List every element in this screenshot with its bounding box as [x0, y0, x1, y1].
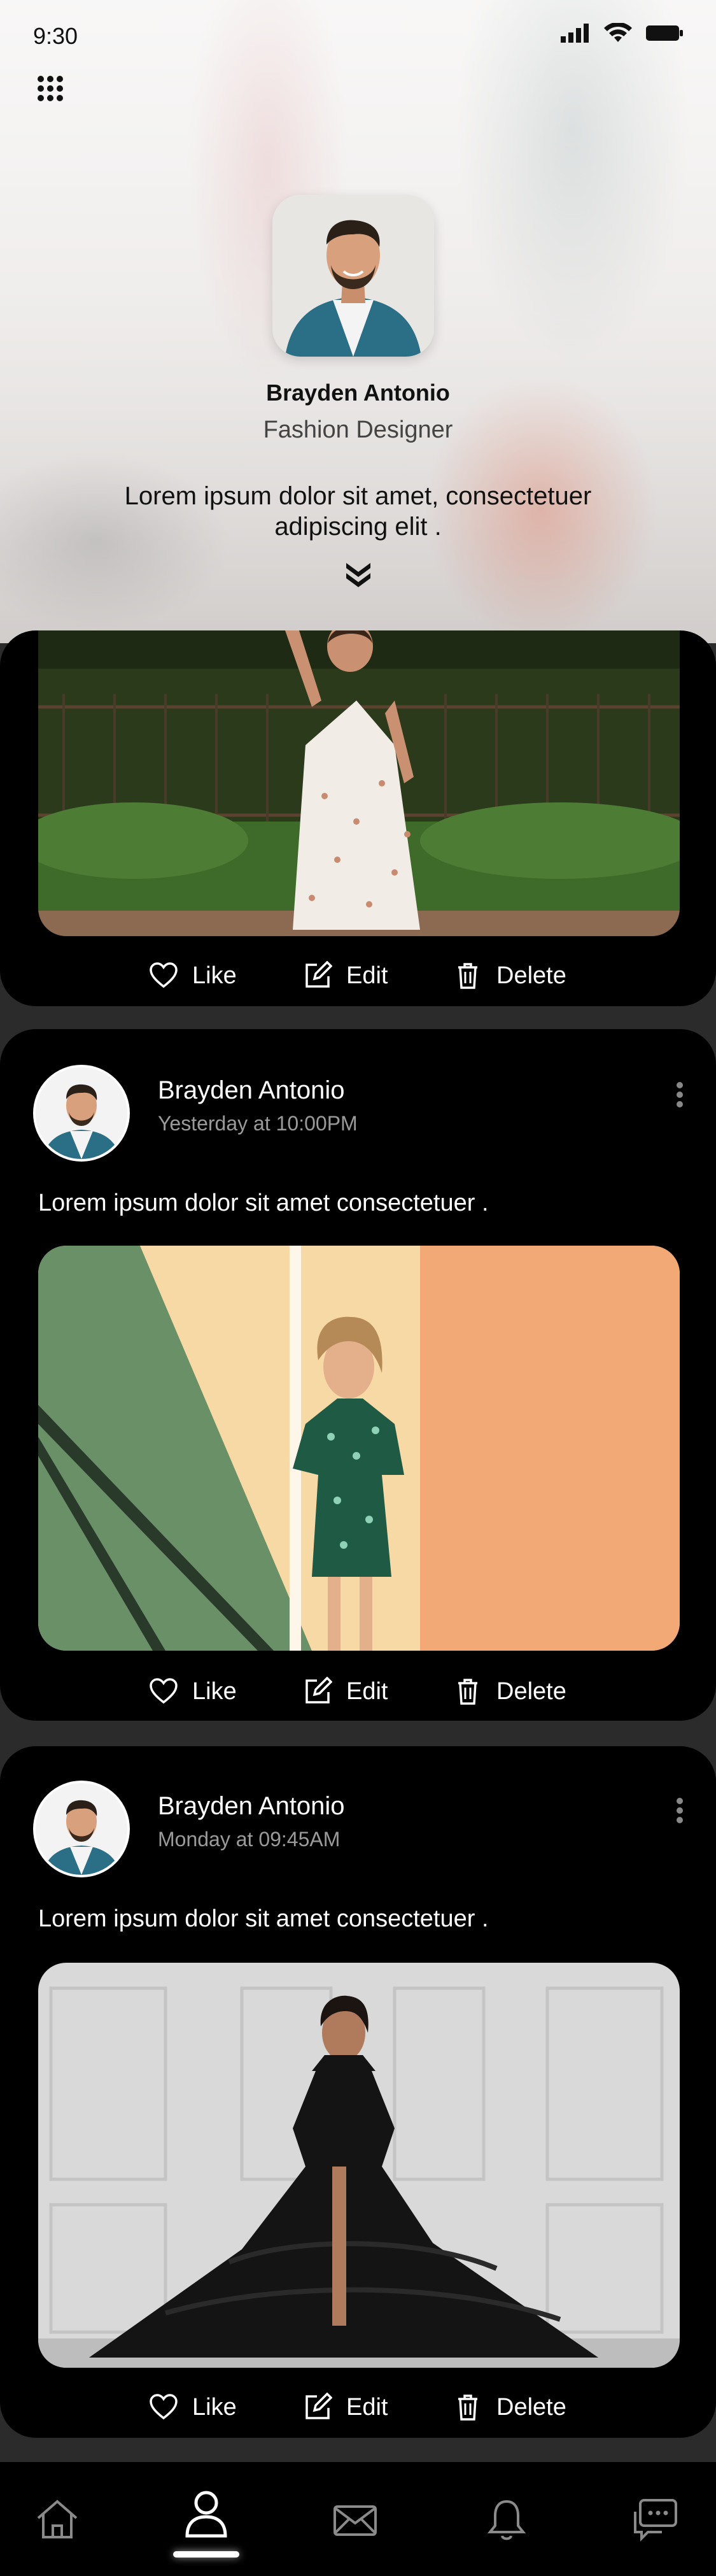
status-time: 9:30	[33, 23, 78, 49]
like-label: Like	[192, 962, 237, 989]
post-actions: Like Edit Delete	[0, 1672, 716, 1711]
post-text: Lorem ipsum dolor sit amet consectetuer …	[38, 1905, 489, 1932]
like-label: Like	[192, 2393, 237, 2421]
home-icon	[37, 2500, 78, 2538]
bottom-navigation	[0, 2462, 716, 2576]
battery-icon	[646, 25, 683, 41]
delete-label: Delete	[496, 2393, 566, 2421]
profile-header: 9:30 Brayden Antonio Fashion Designer Lo…	[0, 0, 716, 643]
post-timestamp: Monday at 09:45AM	[158, 1828, 340, 1851]
post-card: Brayden Antonio Monday at 09:45AM Lorem …	[0, 1746, 716, 2438]
edit-button[interactable]: Edit	[303, 1672, 388, 1711]
like-button[interactable]: Like	[149, 957, 237, 995]
chat-icon	[634, 2499, 677, 2542]
trash-icon	[458, 2395, 477, 2421]
post-author-avatar[interactable]	[33, 1781, 130, 1877]
post-timestamp: Yesterday at 10:00PM	[158, 1112, 358, 1135]
post-actions: Like Edit Delete	[0, 2388, 716, 2426]
more-vertical-icon[interactable]	[670, 1797, 689, 1824]
nav-active-indicator	[173, 2551, 239, 2558]
like-button[interactable]: Like	[149, 1672, 237, 1711]
more-vertical-icon[interactable]	[670, 1081, 689, 1108]
edit-icon	[305, 2393, 332, 2419]
post-photo-black-gown	[38, 1963, 680, 2368]
nav-profile[interactable]	[181, 2487, 232, 2538]
post-author-name[interactable]: Brayden Antonio	[158, 1076, 345, 1105]
post-text: Lorem ipsum dolor sit amet consectetuer …	[38, 1190, 489, 1216]
delete-button[interactable]: Delete	[453, 957, 566, 995]
post-actions: Like Edit Delete	[0, 957, 716, 995]
post-photo-green-dress	[38, 1246, 680, 1651]
post-image[interactable]	[38, 1246, 680, 1651]
edit-button[interactable]: Edit	[303, 2388, 388, 2426]
post-image[interactable]	[38, 1963, 680, 2368]
post-card-partial: Like Edit Delete	[0, 630, 716, 1006]
post-card: Brayden Antonio Yesterday at 10:00PM Lor…	[0, 1029, 716, 1721]
edit-label: Edit	[346, 1677, 388, 1705]
profile-role: Fashion Designer	[263, 416, 453, 443]
double-chevron-down-icon[interactable]	[344, 559, 373, 588]
post-image[interactable]	[38, 630, 680, 936]
heart-icon	[150, 2394, 178, 2420]
post-author-avatar[interactable]	[33, 1065, 130, 1162]
edit-label: Edit	[346, 2393, 388, 2421]
nav-chat[interactable]	[630, 2494, 681, 2545]
delete-button[interactable]: Delete	[453, 2388, 566, 2426]
nav-home[interactable]	[32, 2494, 83, 2545]
edit-button[interactable]: Edit	[303, 957, 388, 995]
grid-menu-icon[interactable]	[37, 75, 64, 102]
edit-icon	[305, 1677, 332, 1704]
profile-photo	[272, 195, 434, 357]
edit-icon	[305, 961, 332, 988]
delete-label: Delete	[496, 962, 566, 989]
status-bar: 9:30	[0, 0, 716, 70]
trash-icon	[458, 963, 477, 989]
status-icons	[561, 23, 683, 43]
author-photo	[36, 1783, 127, 1875]
mail-icon	[333, 2505, 377, 2536]
wifi-icon	[604, 23, 632, 42]
bell-icon	[487, 2500, 526, 2540]
profile-icon	[185, 2491, 227, 2538]
profile-bio: Lorem ipsum dolor sit amet, consectetuer…	[124, 482, 592, 541]
trash-icon	[458, 1679, 477, 1705]
post-photo-white-dress	[38, 630, 680, 936]
post-author-name[interactable]: Brayden Antonio	[158, 1792, 345, 1821]
nav-mail[interactable]	[330, 2494, 381, 2545]
author-photo	[36, 1067, 127, 1159]
profile-avatar[interactable]	[272, 195, 434, 357]
heart-icon	[150, 1678, 178, 1704]
like-button[interactable]: Like	[149, 2388, 237, 2426]
delete-label: Delete	[496, 1677, 566, 1705]
delete-button[interactable]: Delete	[453, 1672, 566, 1711]
heart-icon	[150, 962, 178, 988]
like-label: Like	[192, 1677, 237, 1705]
signal-icon	[561, 24, 589, 43]
profile-name: Brayden Antonio	[266, 380, 450, 406]
edit-label: Edit	[346, 962, 388, 989]
nav-notifications[interactable]	[481, 2494, 532, 2545]
